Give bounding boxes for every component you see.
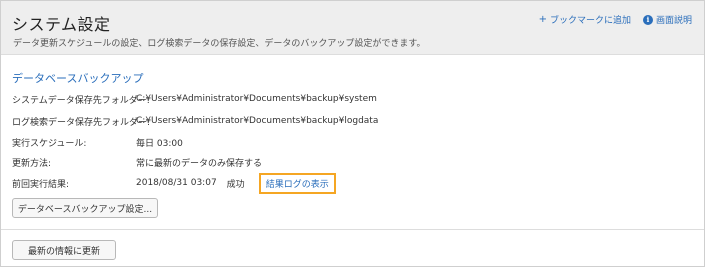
screen-help-label: 画面説明 <box>655 16 692 26</box>
row-label: ログ検索データ保存先フォルダー: <box>12 117 151 128</box>
page-title: システム設定 <box>12 15 111 34</box>
status-text: 成功 <box>226 179 245 190</box>
row-value: 常に最新のデータのみ保存する <box>136 158 263 169</box>
row-value: C:¥Users¥Administrator¥Documents¥backup¥… <box>136 94 377 104</box>
screen-help-link[interactable]: i 画面説明 <box>642 13 692 26</box>
system-data-folder-row: システムデータ保存先フォルダー: C:¥Users¥Administrator¥… <box>12 91 377 107</box>
page-header: システム設定 データ更新スケジュールの設定、ログ検索データの保存設定、データのバ… <box>1 1 704 55</box>
update-method-row: 更新方法: 常に最新のデータのみ保存する <box>12 154 262 170</box>
last-result-row: 前回実行結果: 2018/08/31 03:07 成功 結果ログの表示 <box>12 172 336 194</box>
row-label: 更新方法: <box>12 158 52 169</box>
divider <box>1 229 704 230</box>
page-subtitle: データ更新スケジュールの設定、ログ検索データの保存設定、データのバックアップ設定… <box>13 39 426 49</box>
row-value: 毎日 03:00 <box>136 138 183 149</box>
add-bookmark-label: ブックマークに追加 <box>549 16 631 26</box>
header-actions: + ブックマークに追加 i 画面説明 <box>539 13 692 26</box>
row-label: システムデータ保存先フォルダー: <box>12 95 150 106</box>
refresh-button[interactable]: 最新の情報に更新 <box>12 240 116 260</box>
add-bookmark-link[interactable]: + ブックマークに追加 <box>539 13 631 26</box>
plus-icon: + <box>538 14 547 25</box>
schedule-row: 実行スケジュール: 毎日 03:00 <box>12 134 183 150</box>
log-data-folder-row: ログ検索データ保存先フォルダー: C:¥Users¥Administrator¥… <box>12 113 378 129</box>
info-icon: i <box>642 14 653 25</box>
view-result-log-link[interactable]: 結果ログの表示 <box>258 172 336 194</box>
row-label: 前回実行結果: <box>12 179 70 190</box>
row-label: 実行スケジュール: <box>12 138 87 149</box>
backup-settings-button[interactable]: データベースバックアップ設定... <box>12 198 158 218</box>
section-title-database-backup: データベースバックアップ <box>12 72 144 85</box>
last-run-timestamp: 2018/08/31 03:07 <box>136 178 217 188</box>
row-value: C:¥Users¥Administrator¥Documents¥backup¥… <box>136 116 379 126</box>
